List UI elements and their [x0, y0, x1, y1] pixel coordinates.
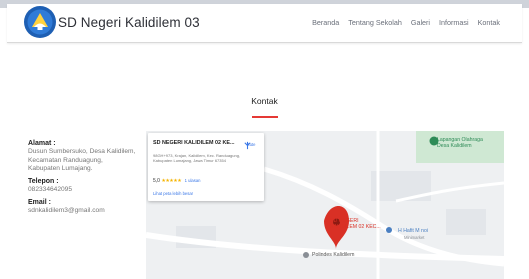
email-block: Email : sdnkalidilem3@gmail.com — [28, 198, 143, 216]
address-line: Dusun Sumbersuko, Desa Kalidilem, — [28, 148, 136, 155]
shop-map-sublabel: Minimarket — [404, 235, 425, 240]
navbar: SD Negeri Kalidilem 03 Beranda Tentang S… — [7, 4, 522, 43]
phone-block: Telepon : 082334642095 — [28, 177, 143, 195]
place-card: SD NEGERI KALIDILEM 02 KE... 98GH+973, K… — [148, 133, 264, 201]
place-rating: 5,0 ★★★★★ 1 ulasan — [153, 178, 201, 184]
school-logo-icon — [24, 6, 56, 38]
phone-value: 082334642095 — [28, 186, 73, 194]
email-value: sdnkalidilem3@gmail.com — [28, 206, 105, 214]
nav-beranda[interactable]: Beranda — [312, 18, 339, 27]
main-nav: Beranda Tentang Sekolah Galeri Informasi… — [312, 18, 500, 27]
larger-map-link[interactable]: Lihat peta lebih besar — [153, 191, 193, 196]
address-line: Kabupaten Lumajang. — [28, 165, 93, 173]
section-title: Kontak — [251, 96, 278, 106]
nav-tentang-sekolah[interactable]: Tentang Sekolah — [348, 18, 402, 27]
field-map-label[interactable]: Lapangan Olahraga Desa Kalidilem — [437, 137, 483, 149]
contact-info: Alamat : Dusun Sumbersuko, Desa Kalidile… — [28, 139, 143, 219]
school-label-line: KALIDILEM 02 KEC... — [330, 224, 381, 230]
rating-stars: ★★★★★ — [161, 178, 182, 184]
place-address: 98GH+973, Krajan, Kalidilem, Kec. Randua… — [153, 153, 241, 163]
title-underline — [252, 116, 278, 118]
clinic-pin-icon[interactable] — [303, 252, 309, 258]
school-map-label[interactable]: SD NEGERI KALIDILEM 02 KEC... — [330, 218, 381, 230]
site-title[interactable]: SD Negeri Kalidilem 03 — [58, 15, 200, 30]
shop-map-label[interactable]: H Hafit M noi — [398, 228, 428, 234]
nav-kontak[interactable]: Kontak — [478, 18, 500, 27]
address-line: Kecamatan Randuagung, — [28, 156, 103, 164]
route-button[interactable]: Rute — [243, 141, 259, 150]
nav-informasi[interactable]: Informasi — [439, 18, 469, 27]
directions-icon — [244, 141, 251, 150]
shop-pin-icon[interactable] — [386, 227, 392, 233]
place-name[interactable]: SD NEGERI KALIDILEM 02 KE... — [153, 140, 237, 146]
nav-galeri[interactable]: Galeri — [411, 18, 430, 27]
phone-label: Telepon : — [28, 178, 59, 186]
rating-value: 5,0 — [153, 178, 160, 184]
reviews-link[interactable]: 1 ulasan — [185, 178, 201, 183]
clinic-map-label[interactable]: Polindes Kalidilem — [312, 252, 354, 258]
embedded-map[interactable]: SD NEGERI KALIDILEM 02 KE... 98GH+973, K… — [146, 131, 504, 279]
address-block: Alamat : Dusun Sumbersuko, Desa Kalidile… — [28, 139, 143, 174]
field-label-line: Desa Kalidilem — [437, 143, 472, 149]
address-label: Alamat : — [28, 140, 56, 147]
email-label: Email : — [28, 198, 51, 206]
